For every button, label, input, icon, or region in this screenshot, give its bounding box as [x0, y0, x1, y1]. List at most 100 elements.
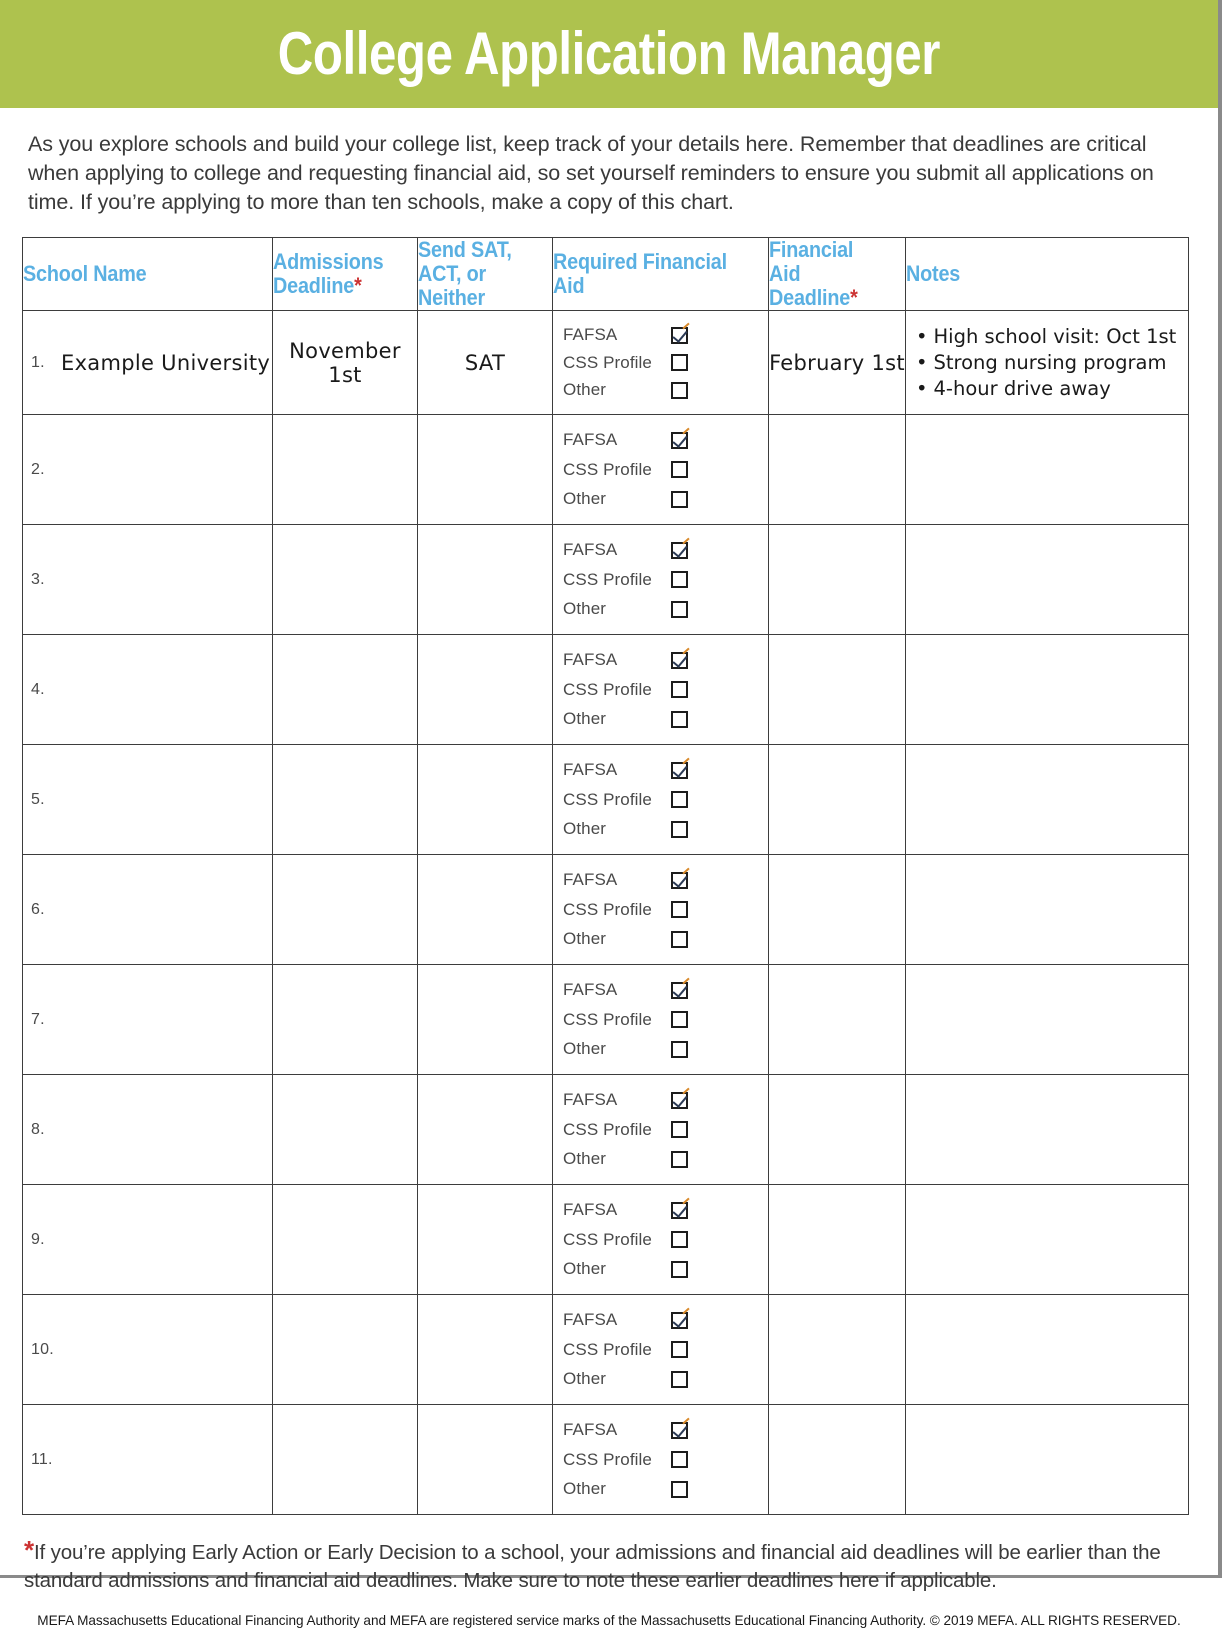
send-scores-value[interactable]: SAT: [418, 311, 552, 414]
financial-aid-deadline-value[interactable]: [769, 525, 905, 634]
cell-school-name[interactable]: 6.: [22, 854, 273, 966]
checked-checkbox-fafsa[interactable]: [671, 1091, 688, 1109]
admissions-deadline-value[interactable]: [273, 1405, 417, 1514]
cell-school-name[interactable]: 9.: [22, 1184, 273, 1296]
admissions-deadline-value[interactable]: [273, 415, 417, 524]
financial-aid-deadline-value[interactable]: [769, 1405, 905, 1514]
cell-admissions-deadline[interactable]: [272, 1294, 418, 1406]
cell-admissions-deadline[interactable]: [272, 744, 418, 856]
cell-notes[interactable]: [905, 1294, 1189, 1406]
cell-school-name[interactable]: 3.: [22, 524, 273, 636]
unchecked-checkbox-css-profile[interactable]: [671, 461, 688, 479]
financial-aid-deadline-value[interactable]: [769, 965, 905, 1074]
cell-financial-aid-deadline[interactable]: [768, 1404, 906, 1516]
cell-send-scores[interactable]: SAT: [417, 310, 553, 416]
admissions-deadline-value[interactable]: [273, 1295, 417, 1404]
admissions-deadline-value[interactable]: [273, 855, 417, 964]
cell-send-scores[interactable]: [417, 414, 553, 526]
unchecked-checkbox-other[interactable]: [671, 600, 688, 618]
checked-checkbox-fafsa[interactable]: [671, 1201, 688, 1219]
unchecked-checkbox-css-profile[interactable]: [671, 681, 688, 699]
cell-admissions-deadline[interactable]: [272, 414, 418, 526]
unchecked-checkbox-css-profile[interactable]: [671, 791, 688, 809]
checked-checkbox-fafsa[interactable]: [671, 326, 688, 344]
financial-aid-deadline-value[interactable]: [769, 1185, 905, 1294]
admissions-deadline-value[interactable]: [273, 1075, 417, 1184]
cell-notes[interactable]: [905, 1184, 1189, 1296]
cell-financial-aid-deadline[interactable]: [768, 524, 906, 636]
unchecked-checkbox-css-profile[interactable]: [671, 901, 688, 919]
unchecked-checkbox-css-profile[interactable]: [671, 571, 688, 589]
cell-notes[interactable]: [905, 1074, 1189, 1186]
cell-notes[interactable]: [905, 524, 1189, 636]
unchecked-checkbox-css-profile[interactable]: [671, 354, 688, 372]
cell-school-name[interactable]: 7.: [22, 964, 273, 1076]
cell-send-scores[interactable]: [417, 1074, 553, 1186]
unchecked-checkbox-other[interactable]: [671, 1480, 688, 1498]
cell-send-scores[interactable]: [417, 634, 553, 746]
unchecked-checkbox-css-profile[interactable]: [671, 1451, 688, 1469]
cell-send-scores[interactable]: [417, 1184, 553, 1296]
send-scores-value[interactable]: [418, 1405, 552, 1514]
unchecked-checkbox-other[interactable]: [671, 710, 688, 728]
checked-checkbox-fafsa[interactable]: [671, 981, 688, 999]
cell-admissions-deadline[interactable]: [272, 964, 418, 1076]
checked-checkbox-fafsa[interactable]: [671, 871, 688, 889]
cell-send-scores[interactable]: [417, 854, 553, 966]
cell-admissions-deadline[interactable]: [272, 634, 418, 746]
cell-school-name[interactable]: 10.: [22, 1294, 273, 1406]
send-scores-value[interactable]: [418, 525, 552, 634]
cell-school-name[interactable]: 5.: [22, 744, 273, 856]
cell-financial-aid-deadline[interactable]: [768, 634, 906, 746]
admissions-deadline-value[interactable]: [273, 525, 417, 634]
cell-financial-aid-deadline[interactable]: [768, 1074, 906, 1186]
cell-financial-aid-deadline[interactable]: February 1st: [768, 310, 906, 416]
cell-school-name[interactable]: 2.: [22, 414, 273, 526]
cell-financial-aid-deadline[interactable]: [768, 744, 906, 856]
unchecked-checkbox-other[interactable]: [671, 1150, 688, 1168]
cell-school-name[interactable]: 11.: [22, 1404, 273, 1516]
cell-admissions-deadline[interactable]: [272, 854, 418, 966]
cell-admissions-deadline[interactable]: [272, 1184, 418, 1296]
financial-aid-deadline-value[interactable]: [769, 415, 905, 524]
admissions-deadline-value[interactable]: [273, 965, 417, 1074]
unchecked-checkbox-css-profile[interactable]: [671, 1011, 688, 1029]
school-name-value[interactable]: Example University: [61, 351, 270, 375]
unchecked-checkbox-other[interactable]: [671, 381, 688, 399]
cell-notes[interactable]: [905, 854, 1189, 966]
send-scores-value[interactable]: [418, 745, 552, 854]
cell-financial-aid-deadline[interactable]: [768, 1184, 906, 1296]
financial-aid-deadline-value[interactable]: February 1st: [769, 311, 905, 414]
cell-school-name[interactable]: 4.: [22, 634, 273, 746]
unchecked-checkbox-other[interactable]: [671, 490, 688, 508]
cell-notes[interactable]: [905, 634, 1189, 746]
unchecked-checkbox-other[interactable]: [671, 1260, 688, 1278]
cell-school-name[interactable]: 8.: [22, 1074, 273, 1186]
unchecked-checkbox-other[interactable]: [671, 1040, 688, 1058]
cell-notes[interactable]: [905, 414, 1189, 526]
financial-aid-deadline-value[interactable]: [769, 745, 905, 854]
admissions-deadline-value[interactable]: November 1st: [273, 311, 417, 414]
cell-notes[interactable]: [905, 744, 1189, 856]
send-scores-value[interactable]: [418, 855, 552, 964]
send-scores-value[interactable]: [418, 1295, 552, 1404]
unchecked-checkbox-css-profile[interactable]: [671, 1121, 688, 1139]
cell-financial-aid-deadline[interactable]: [768, 854, 906, 966]
send-scores-value[interactable]: [418, 415, 552, 524]
admissions-deadline-value[interactable]: [273, 1185, 417, 1294]
unchecked-checkbox-other[interactable]: [671, 930, 688, 948]
cell-notes[interactable]: High school visit: Oct 1stStrong nursing…: [905, 310, 1189, 416]
cell-notes[interactable]: [905, 1404, 1189, 1516]
unchecked-checkbox-other[interactable]: [671, 820, 688, 838]
cell-send-scores[interactable]: [417, 524, 553, 636]
cell-admissions-deadline[interactable]: November 1st: [272, 310, 418, 416]
cell-admissions-deadline[interactable]: [272, 524, 418, 636]
send-scores-value[interactable]: [418, 1185, 552, 1294]
cell-financial-aid-deadline[interactable]: [768, 414, 906, 526]
financial-aid-deadline-value[interactable]: [769, 635, 905, 744]
unchecked-checkbox-other[interactable]: [671, 1370, 688, 1388]
cell-send-scores[interactable]: [417, 964, 553, 1076]
cell-school-name[interactable]: 1. Example University: [22, 310, 273, 416]
cell-admissions-deadline[interactable]: [272, 1074, 418, 1186]
cell-notes[interactable]: [905, 964, 1189, 1076]
